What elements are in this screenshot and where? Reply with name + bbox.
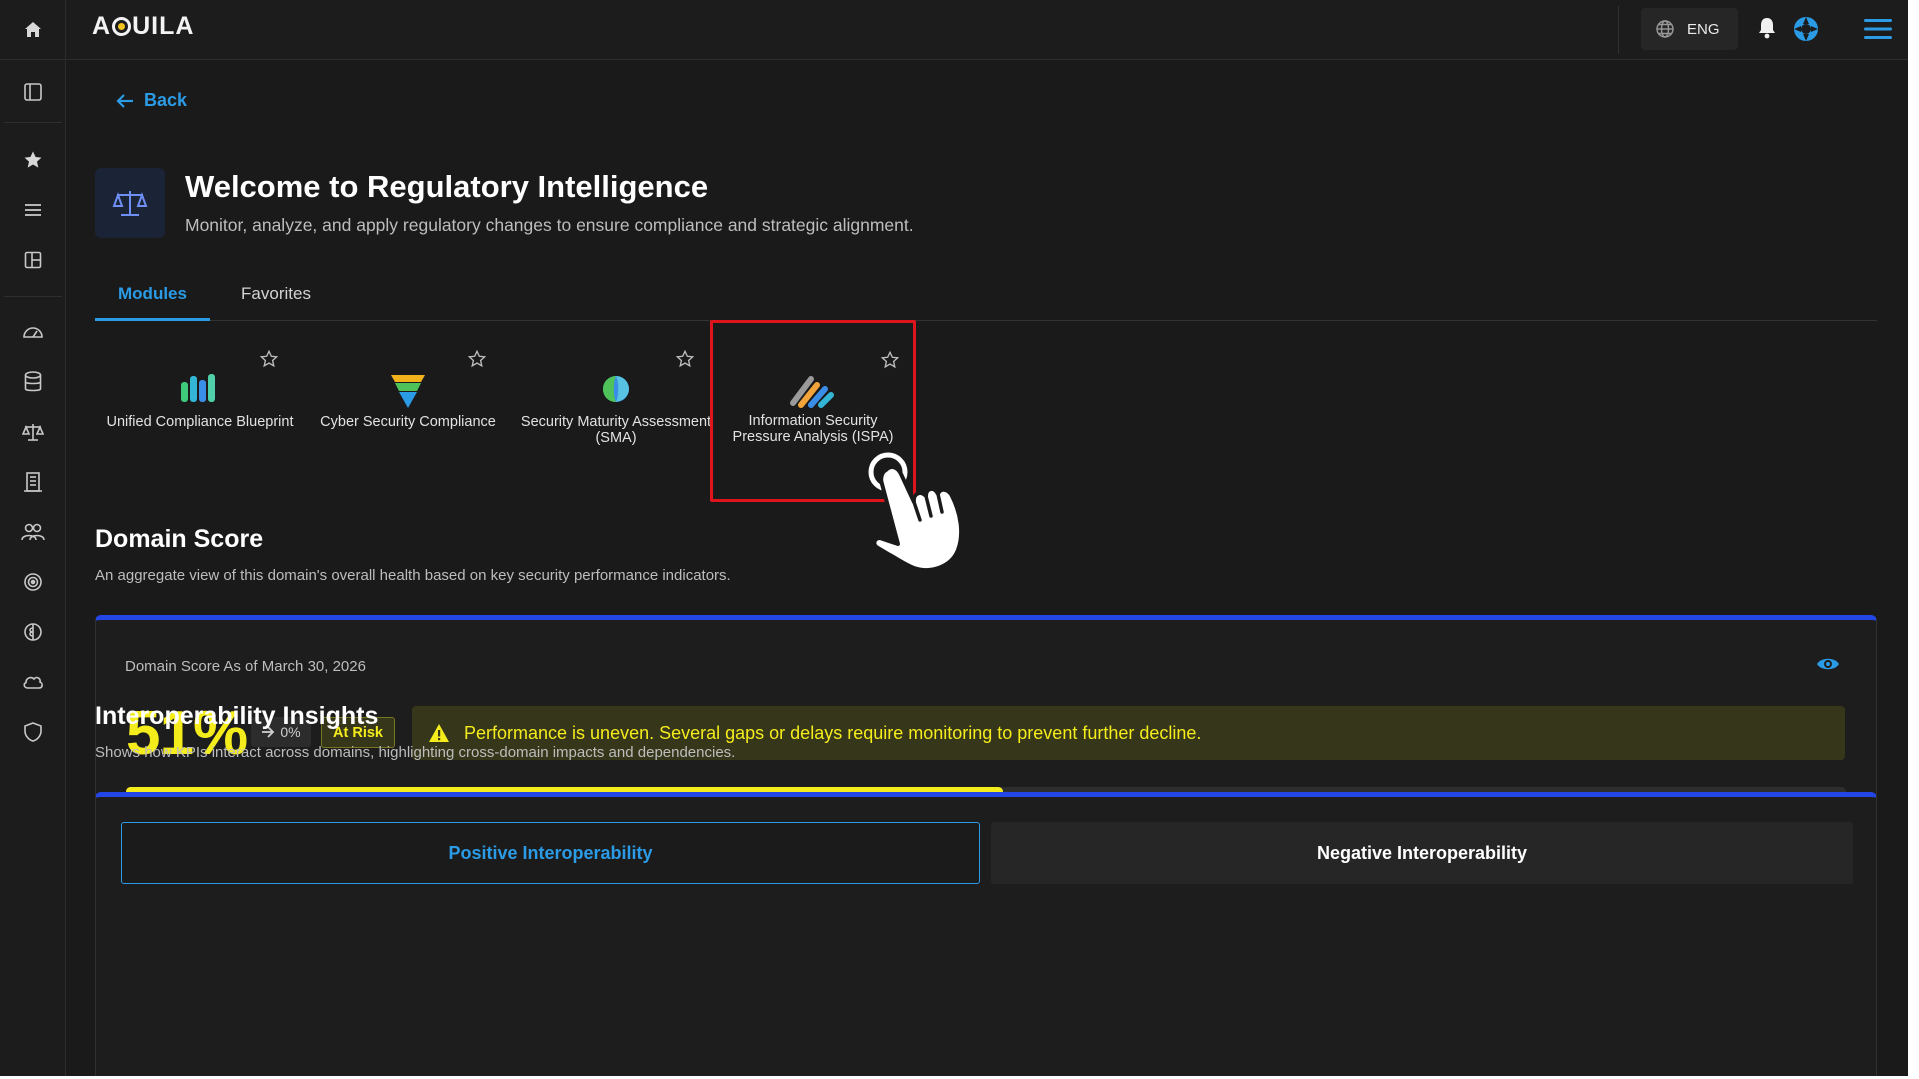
sidebar-item-regulatory[interactable]: [0, 412, 66, 452]
database-icon: [24, 371, 42, 392]
module-label: Cyber Security Compliance: [320, 414, 496, 430]
sidebar-toggle-button[interactable]: [0, 72, 66, 112]
domain-score-date: Domain Score As of March 30, 2026: [125, 658, 366, 675]
speedometer-icon: [23, 327, 43, 338]
list-icon: [25, 204, 41, 216]
tab-favorites[interactable]: Favorites: [231, 280, 321, 321]
top-bar: A UILA ENG: [0, 0, 1908, 60]
cloud-icon: [23, 676, 43, 689]
sidebar-item-security[interactable]: [0, 712, 66, 752]
brain-icon: [24, 623, 42, 641]
favorite-star-icon[interactable]: [259, 349, 279, 373]
domain-score-subtitle: An aggregate view of this domain's overa…: [95, 567, 731, 584]
module-card-security-maturity[interactable]: Security Maturity Assessment (SMA): [512, 322, 720, 502]
shield-icon: [24, 722, 42, 742]
target-icon: [24, 573, 42, 591]
eye-icon: [1817, 658, 1839, 670]
users-icon: [21, 523, 45, 541]
language-selector[interactable]: ENG: [1641, 8, 1738, 50]
sidebar-divider: [4, 122, 62, 123]
module-label: Information Security Pressure Analysis (…: [732, 413, 894, 445]
left-sidebar: [0, 60, 66, 1076]
bell-icon: [1759, 18, 1775, 39]
back-link[interactable]: Back: [116, 90, 187, 111]
positive-interoperability-tab[interactable]: Positive Interoperability: [121, 822, 980, 884]
interoperability-title: Interoperability Insights: [95, 702, 379, 730]
sidebar-item-cloud[interactable]: [0, 662, 66, 702]
tab-bar: Modules Favorites: [95, 280, 1877, 321]
back-label: Back: [144, 90, 188, 110]
hand-pointer-icon: [866, 450, 976, 585]
layered-shield-icon: [304, 372, 512, 412]
divider: [1618, 6, 1619, 54]
main-content: Back Welcome to Regulatory Intelligence …: [66, 60, 1908, 1076]
sidebar-item-targets[interactable]: [0, 562, 66, 602]
sidebar-item-data[interactable]: [0, 362, 66, 402]
negative-interoperability-tab[interactable]: Negative Interoperability: [991, 822, 1853, 884]
sidebar-item-insights[interactable]: [0, 612, 66, 652]
main-menu-button[interactable]: [1864, 18, 1892, 45]
module-label: Security Maturity Assessment (SMA): [520, 414, 712, 446]
sidebar-item-organization[interactable]: [0, 462, 66, 502]
star-icon: [24, 151, 42, 168]
globe-icon: [1656, 20, 1674, 38]
tab-modules[interactable]: Modules: [95, 280, 210, 321]
sidebar-item-people[interactable]: [0, 512, 66, 552]
module-card-cyber-security[interactable]: Cyber Security Compliance: [304, 322, 512, 502]
bars-chart-icon: [96, 372, 304, 412]
interoperability-card: Positive Interoperability Negative Inter…: [95, 792, 1877, 1076]
module-label: Unified Compliance Blueprint: [106, 414, 294, 430]
interoperability-subtitle: Shows how KPIs interact across domains, …: [95, 744, 736, 761]
sidebar-item-list[interactable]: [0, 190, 66, 230]
layout-grid-icon: [24, 251, 42, 269]
lifebuoy-icon: [1794, 17, 1818, 41]
view-details-button[interactable]: [1816, 656, 1840, 677]
sidebar-panel-icon: [24, 83, 42, 101]
module-card-unified-compliance[interactable]: Unified Compliance Blueprint: [96, 322, 304, 502]
page-subtitle: Monitor, analyze, and apply regulatory c…: [185, 215, 914, 235]
building-icon: [24, 472, 42, 492]
domain-score-title: Domain Score: [95, 525, 264, 553]
alert-text: Performance is uneven. Several gaps or d…: [464, 722, 1202, 743]
home-icon: [24, 22, 41, 37]
sidebar-item-performance[interactable]: [0, 312, 66, 352]
hamburger-menu-icon: [1864, 19, 1892, 39]
home-button[interactable]: [0, 0, 66, 60]
notifications-button[interactable]: [1758, 17, 1776, 44]
app-logo[interactable]: A UILA: [92, 12, 194, 41]
sidebar-divider: [4, 296, 62, 297]
sidebar-item-favorites[interactable]: [0, 140, 66, 180]
sidebar-item-dashboard[interactable]: [0, 240, 66, 280]
regulatory-hero-icon: [95, 168, 165, 238]
warning-icon: [429, 724, 449, 742]
diagonal-stripes-icon: [713, 373, 913, 413]
language-label: ENG: [1687, 20, 1720, 38]
arrow-left-icon: [116, 93, 133, 108]
leaf-globe-icon: [512, 372, 720, 412]
scales-icon: [112, 191, 148, 216]
logo-eye-icon: [112, 17, 132, 36]
scales-icon: [22, 424, 44, 441]
help-button[interactable]: [1792, 15, 1820, 48]
page-title: Welcome to Regulatory Intelligence: [185, 169, 709, 204]
favorite-star-icon[interactable]: [467, 349, 487, 373]
favorite-star-icon[interactable]: [880, 350, 900, 374]
favorite-star-icon[interactable]: [675, 349, 695, 373]
app-window: A UILA ENG Back Welcome to Regulatory In…: [0, 0, 1908, 1076]
